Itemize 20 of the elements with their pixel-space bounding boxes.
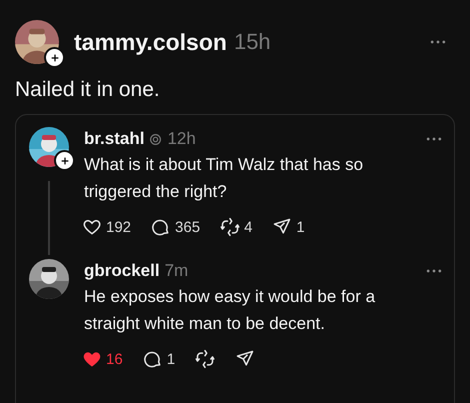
username[interactable]: gbrockell — [84, 261, 160, 281]
action-count: 16 — [106, 350, 123, 368]
post-text: Nailed it in one. — [15, 78, 161, 102]
speech-bubble-icon[interactable] — [142, 349, 163, 369]
username[interactable]: br.stahl — [84, 129, 144, 149]
action-count: 1 — [296, 218, 305, 236]
action-count: 192 — [106, 218, 132, 236]
reply-text: What is it about Tim Walz that has so triggered the right? — [84, 154, 364, 203]
repost-icon[interactable] — [220, 217, 240, 237]
heart-icon[interactable] — [82, 217, 102, 237]
action-count: 4 — [244, 218, 252, 236]
timestamp: 15h — [234, 29, 271, 55]
username[interactable]: tammy.colson — [74, 28, 227, 56]
timestamp: 7m — [164, 261, 188, 281]
action-count: 1 — [166, 350, 176, 368]
speech-bubble-icon[interactable] — [151, 217, 172, 237]
timestamp: 12h — [167, 129, 196, 149]
repost-icon[interactable] — [195, 349, 216, 369]
reply-text: He exposes how easy it would be for a straight white man to be decent. — [84, 286, 376, 335]
action-count: 365 — [175, 218, 200, 236]
